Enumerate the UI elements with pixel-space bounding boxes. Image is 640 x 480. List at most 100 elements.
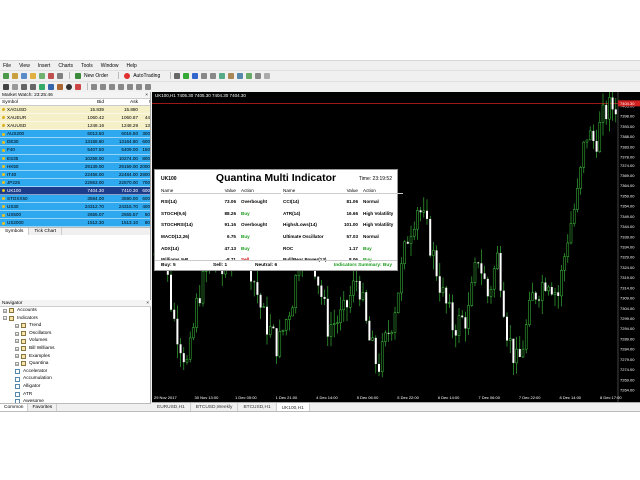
chart-tab[interactable]: EURUSD,H1	[152, 403, 191, 411]
menu-item-file[interactable]: File	[3, 63, 11, 69]
navigator-item[interactable]: + Examples	[0, 353, 151, 361]
indicators-icon[interactable]	[246, 72, 253, 79]
chart-tab[interactable]: BTCUSD,Weekly	[191, 403, 239, 411]
tab-symbols[interactable]: Symbols	[0, 228, 30, 236]
chart-tab[interactable]: BTCUSD,H1	[238, 403, 277, 411]
tab-favorites[interactable]: Favorites	[28, 404, 58, 411]
close-icon[interactable]: ×	[146, 300, 149, 307]
new-order-button[interactable]: New Order	[73, 72, 110, 79]
expand-icon[interactable]: +	[15, 346, 19, 351]
candlestick-icon[interactable]	[183, 72, 190, 79]
candle	[294, 274, 298, 314]
price-tick-label: 7374.00	[620, 163, 635, 168]
expand-icon[interactable]: +	[15, 354, 19, 359]
horizontal-line-icon[interactable]	[30, 83, 36, 90]
market-watch-row[interactable]: ES35 10258.00 10274.00 800	[0, 154, 150, 163]
shapes-icon[interactable]	[75, 83, 81, 90]
profiles-icon[interactable]	[12, 72, 18, 79]
data-window-icon[interactable]	[30, 72, 36, 79]
navigator-item[interactable]: Accelerator	[0, 368, 151, 376]
market-watch-row[interactable]: US30 24312.70 24316.70 400	[0, 203, 150, 212]
menu-item-window[interactable]: Window	[101, 63, 119, 69]
col-bid[interactable]: Bid	[70, 99, 104, 105]
templates-icon[interactable]	[264, 72, 271, 79]
expand-icon[interactable]: +	[15, 323, 19, 328]
market-watch-icon[interactable]	[21, 72, 27, 79]
zoom-in-icon[interactable]	[201, 72, 208, 79]
navigator-item[interactable]: + Trend	[0, 322, 151, 330]
m30-icon[interactable]	[118, 83, 124, 90]
crosshair-icon[interactable]	[12, 83, 18, 90]
navigator-item[interactable]: Accumulation	[0, 375, 151, 383]
line-chart-icon[interactable]	[192, 72, 199, 79]
market-watch-row[interactable]: DE30 13158.80 13164.80 600	[0, 138, 150, 147]
ask-cell: 1060.87	[121, 115, 138, 121]
market-watch-row[interactable]: US500 2655.07 2655.57 50	[0, 211, 150, 220]
autotrading-button[interactable]: AutoTrading	[122, 72, 162, 79]
col-spread[interactable]: !	[138, 99, 150, 105]
menu-item-tools[interactable]: Tools	[81, 63, 93, 69]
ask-cell: 29159.00	[118, 163, 138, 169]
bar-chart-icon[interactable]	[174, 72, 181, 79]
menu-item-charts[interactable]: Charts	[58, 63, 73, 69]
market-watch-row[interactable]: JP225 22863.00 22870.00 700	[0, 178, 150, 187]
m15-icon[interactable]	[109, 83, 115, 90]
menu-item-view[interactable]: View	[19, 63, 30, 69]
expand-icon[interactable]: +	[15, 331, 19, 336]
new-chart-icon[interactable]	[3, 72, 9, 79]
m1-icon[interactable]	[91, 83, 97, 90]
tile-icon[interactable]	[219, 72, 226, 79]
tab-tick-chart[interactable]: Tick Chart	[29, 228, 63, 236]
expand-icon[interactable]: −	[3, 316, 7, 321]
navigator-item[interactable]: + Bill Williams	[0, 345, 151, 353]
market-watch-row[interactable]: HK50 29139.00 29159.00 2000	[0, 162, 150, 171]
navigator-item[interactable]: + Accounts	[0, 307, 151, 315]
trendline-icon[interactable]	[39, 83, 45, 90]
market-watch-row[interactable]: US2000 1512.30 1513.10 80	[0, 219, 150, 228]
close-icon[interactable]: ×	[145, 92, 148, 99]
navigator-item[interactable]: ATR	[0, 391, 151, 399]
h1-icon[interactable]	[127, 83, 133, 90]
candle	[262, 302, 266, 308]
navigator-item[interactable]: Alligator	[0, 383, 151, 391]
market-watch-row[interactable]: AUS200 6013.50 6016.50 300	[0, 130, 150, 139]
autoscroll-icon[interactable]	[228, 72, 235, 79]
channel-icon[interactable]	[48, 83, 54, 90]
text-icon[interactable]	[66, 83, 72, 90]
vertical-line-icon[interactable]	[21, 83, 27, 90]
d1-icon[interactable]	[145, 83, 151, 90]
navigator-icon[interactable]	[39, 72, 45, 79]
navigator-item[interactable]: − Indicators	[0, 315, 151, 323]
market-watch-row[interactable]: F40 5407.50 5409.00 150	[0, 146, 150, 155]
tester-icon[interactable]	[57, 72, 63, 79]
zoom-out-icon[interactable]	[210, 72, 217, 79]
market-watch-row[interactable]: XAGUSD 15.839 15.880	[0, 106, 150, 115]
terminal-icon[interactable]	[48, 72, 54, 79]
symbol-cell: JP225	[0, 179, 70, 186]
m5-icon[interactable]	[100, 83, 106, 90]
expand-icon[interactable]: +	[15, 361, 19, 366]
h4-icon[interactable]	[136, 83, 142, 90]
expand-icon[interactable]: +	[15, 339, 19, 344]
tab-common[interactable]: Common	[0, 404, 29, 411]
fibonacci-icon[interactable]	[57, 83, 63, 90]
chart-tab[interactable]: UK100,H1	[276, 403, 310, 411]
periods-icon[interactable]	[255, 72, 262, 79]
col-ask[interactable]: Ask	[104, 99, 138, 105]
market-watch-row[interactable]: IT40 22456.00 22484.00 2800	[0, 170, 150, 179]
chart-shift-icon[interactable]	[237, 72, 244, 79]
market-watch-row[interactable]: XAUEUR 1060.42 1060.87 44	[0, 114, 150, 123]
col-symbol[interactable]: Symbol	[0, 99, 70, 105]
expand-icon[interactable]: +	[3, 308, 7, 313]
navigator-item[interactable]: + Quantina	[0, 360, 151, 368]
market-watch-row[interactable]: XAUUSD 1248.16 1248.29 13	[0, 122, 150, 131]
market-watch-row[interactable]: UK100 7404.30 7410.30 600	[0, 186, 150, 196]
market-watch-row[interactable]: STOXX50 3584.00 3590.00 600	[0, 195, 150, 204]
menu-item-insert[interactable]: Insert	[38, 63, 51, 69]
navigator-item[interactable]: + Oscillators	[0, 330, 151, 338]
price-tick-label: 7364.00	[620, 183, 635, 188]
cursor-icon[interactable]	[3, 83, 9, 90]
navigator-item[interactable]: + Volumes	[0, 337, 151, 345]
menu-item-help[interactable]: Help	[127, 63, 137, 69]
spread-cell: 400	[142, 204, 150, 210]
